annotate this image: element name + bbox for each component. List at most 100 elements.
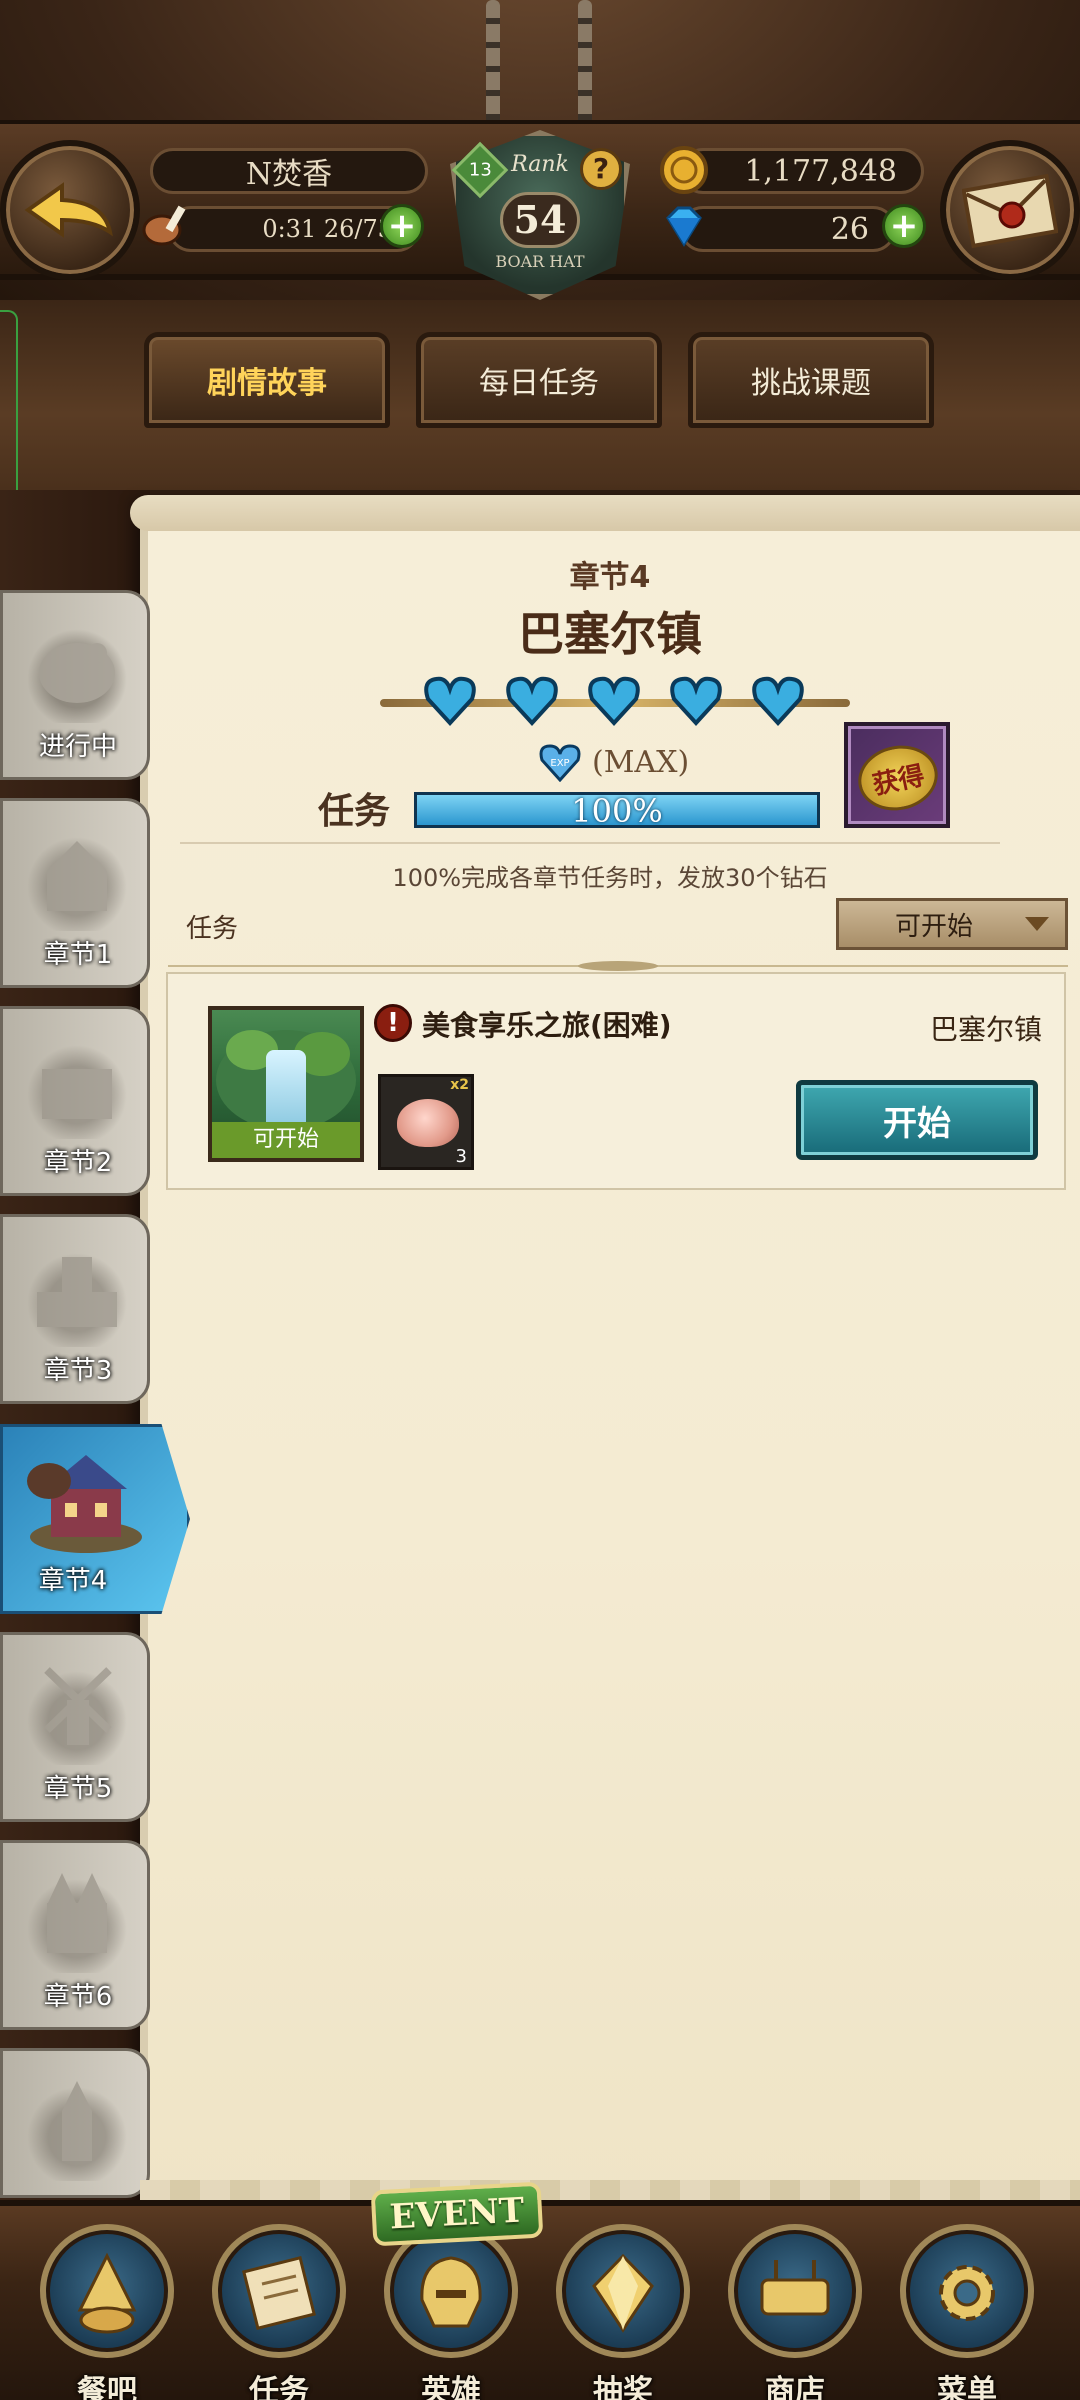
castle-icon [27, 821, 127, 931]
town-icon [27, 1455, 142, 1553]
item-multiplier: x2 [450, 1077, 469, 1093]
nav-shop[interactable]: 商店 [710, 2224, 880, 2400]
tab-daily-label: 每日任务 [479, 366, 599, 401]
help-button[interactable]: ? [580, 148, 622, 190]
nav-tavern[interactable]: 餐吧 [22, 2224, 192, 2400]
heart-icon [588, 676, 640, 726]
shop-icon [760, 2260, 830, 2316]
nav-menu[interactable]: 菜单 [882, 2224, 1052, 2400]
exp-row: EXP (MAX) [538, 742, 689, 782]
add-stamina-button[interactable]: + [380, 204, 424, 248]
chapter-tab-5[interactable]: 章节5 [0, 1632, 150, 1822]
nav-gacha[interactable]: 抽奖 [538, 2224, 708, 2400]
event-banner[interactable]: EVENT [370, 2181, 544, 2247]
chapter-tab-3[interactable]: 章节3 [0, 1214, 150, 1404]
waterfall-shape [266, 1050, 306, 1130]
chapter-label-6: 章节6 [43, 1982, 113, 2012]
nav-gacha-label: 抽奖 [593, 2374, 653, 2400]
nav-shop-label: 商店 [765, 2374, 825, 2400]
scroll-top-curl [130, 495, 1080, 531]
item-quantity: 3 [455, 1146, 467, 1167]
quest-reward-item[interactable]: x2 3 [378, 1074, 474, 1170]
tavern-icon [77, 2252, 137, 2334]
chapter-label-3: 章节3 [43, 1356, 113, 1386]
chapter-tab-2[interactable]: 章节2 [0, 1006, 150, 1196]
chapter-tab-1[interactable]: 章节1 [0, 798, 150, 988]
nav-hero[interactable]: 英雄 [366, 2224, 536, 2400]
quest-card: 可开始 ! 美食享乐之旅(困难) 巴塞尔镇 x2 3 开始 [166, 972, 1066, 1190]
quest-list-label: 任务 [186, 914, 239, 944]
chapter-label-2: 章节2 [43, 1148, 113, 1178]
helmet-icon [420, 2256, 482, 2328]
back-arrow-icon [24, 182, 113, 238]
quest-status-badge: 可开始 [212, 1122, 360, 1158]
top-bar: N焚香 0:31 26/73 + Rank 54 BOAR HAT 13 ? 1… [0, 0, 1080, 300]
heart-icon [506, 676, 558, 726]
chapter-tab-4[interactable]: 章节4 [0, 1424, 190, 1614]
boar-icon [27, 613, 127, 723]
chapter-title: 巴塞尔镇 [518, 607, 702, 661]
tab-challenge-label: 挑战课题 [751, 366, 871, 401]
nav-hero-label: 英雄 [421, 2374, 481, 2400]
stamina-meat-icon [142, 205, 186, 246]
crystal-icon [592, 2253, 654, 2333]
chapter-number: 章节4 [569, 560, 651, 595]
quest-name: 美食享乐之旅(困难) [422, 1009, 672, 1042]
rank-label: Rank [511, 152, 569, 177]
chapter-reward[interactable]: 获得 [844, 722, 950, 828]
task-progress-label: 任务 [318, 791, 391, 832]
tab-daily[interactable]: 每日任务 [416, 332, 662, 428]
scroll-icon [242, 2256, 316, 2330]
emblem-text: BOAR HAT [495, 252, 585, 271]
chapter-label-1: 章节1 [43, 940, 113, 970]
ornament-divider [168, 961, 1068, 971]
player-name: N焚香 [245, 157, 333, 192]
chapter-label-5: 章节5 [43, 1774, 113, 1804]
player-name-pill: N焚香 [150, 148, 428, 194]
task-progress-bar: 100% [414, 792, 820, 828]
quest-location: 巴塞尔镇 [929, 1013, 1042, 1046]
tab-challenge[interactable]: 挑战课题 [688, 332, 934, 428]
tab-story[interactable]: 剧情故事 [144, 332, 390, 428]
back-button[interactable] [0, 140, 140, 280]
max-label: (MAX) [592, 744, 690, 780]
diamond-pill: 26 [680, 206, 896, 252]
chevron-down-icon [1025, 917, 1049, 931]
nav-tavern-label: 餐吧 [77, 2374, 137, 2400]
chapter-tab-7[interactable] [0, 2048, 150, 2198]
gear-icon [939, 2265, 995, 2321]
chapter-label-4: 章节4 [38, 1566, 108, 1596]
ruins-icon [27, 1029, 127, 1139]
completion-note: 100%完成各章节任务时，发放30个钻石 [392, 864, 828, 892]
chapter-label-in-progress: 进行中 [38, 732, 117, 762]
add-diamonds-button[interactable]: + [882, 204, 926, 248]
mail-button[interactable] [940, 140, 1080, 280]
tab-bar: 剧情故事 每日任务 挑战课题 [0, 300, 1080, 490]
nav-quest[interactable]: 任务 [194, 2224, 364, 2400]
quest-thumbnail: 可开始 [208, 1006, 364, 1162]
heart-icon [752, 676, 804, 726]
heart-icon [424, 676, 476, 726]
rank-value: 54 [500, 192, 580, 248]
exp-badge-text: EXP [550, 758, 569, 769]
diamond-icon [666, 206, 702, 247]
nav-quest-label: 任务 [249, 2374, 309, 2400]
exp-heart-icon: EXP [539, 744, 581, 782]
app-root: N焚香 0:31 26/73 + Rank 54 BOAR HAT 13 ? 1… [0, 0, 1080, 2400]
gold-coin-icon [660, 146, 708, 194]
task-progress-text: 100% [571, 792, 663, 830]
heart-icon [670, 676, 722, 726]
alert-icon: ! [374, 1004, 412, 1042]
obtained-stamp: 获得 [852, 738, 944, 818]
windmill-icon [27, 1655, 127, 1765]
gold-pill: 1,177,848 [680, 148, 924, 194]
gold-value: 1,177,848 [744, 153, 897, 189]
chapter-tab-6[interactable]: 章节6 [0, 1840, 150, 2030]
tab-story-label: 剧情故事 [207, 366, 327, 401]
quest-filter-dropdown[interactable]: 可开始 [836, 898, 1068, 950]
envelope-icon [962, 173, 1058, 249]
tower-icon [27, 1237, 127, 1347]
chapter-tab-in-progress[interactable]: 进行中 [0, 590, 150, 780]
start-quest-button[interactable]: 开始 [796, 1080, 1038, 1160]
diamond-value: 26 [830, 211, 869, 247]
